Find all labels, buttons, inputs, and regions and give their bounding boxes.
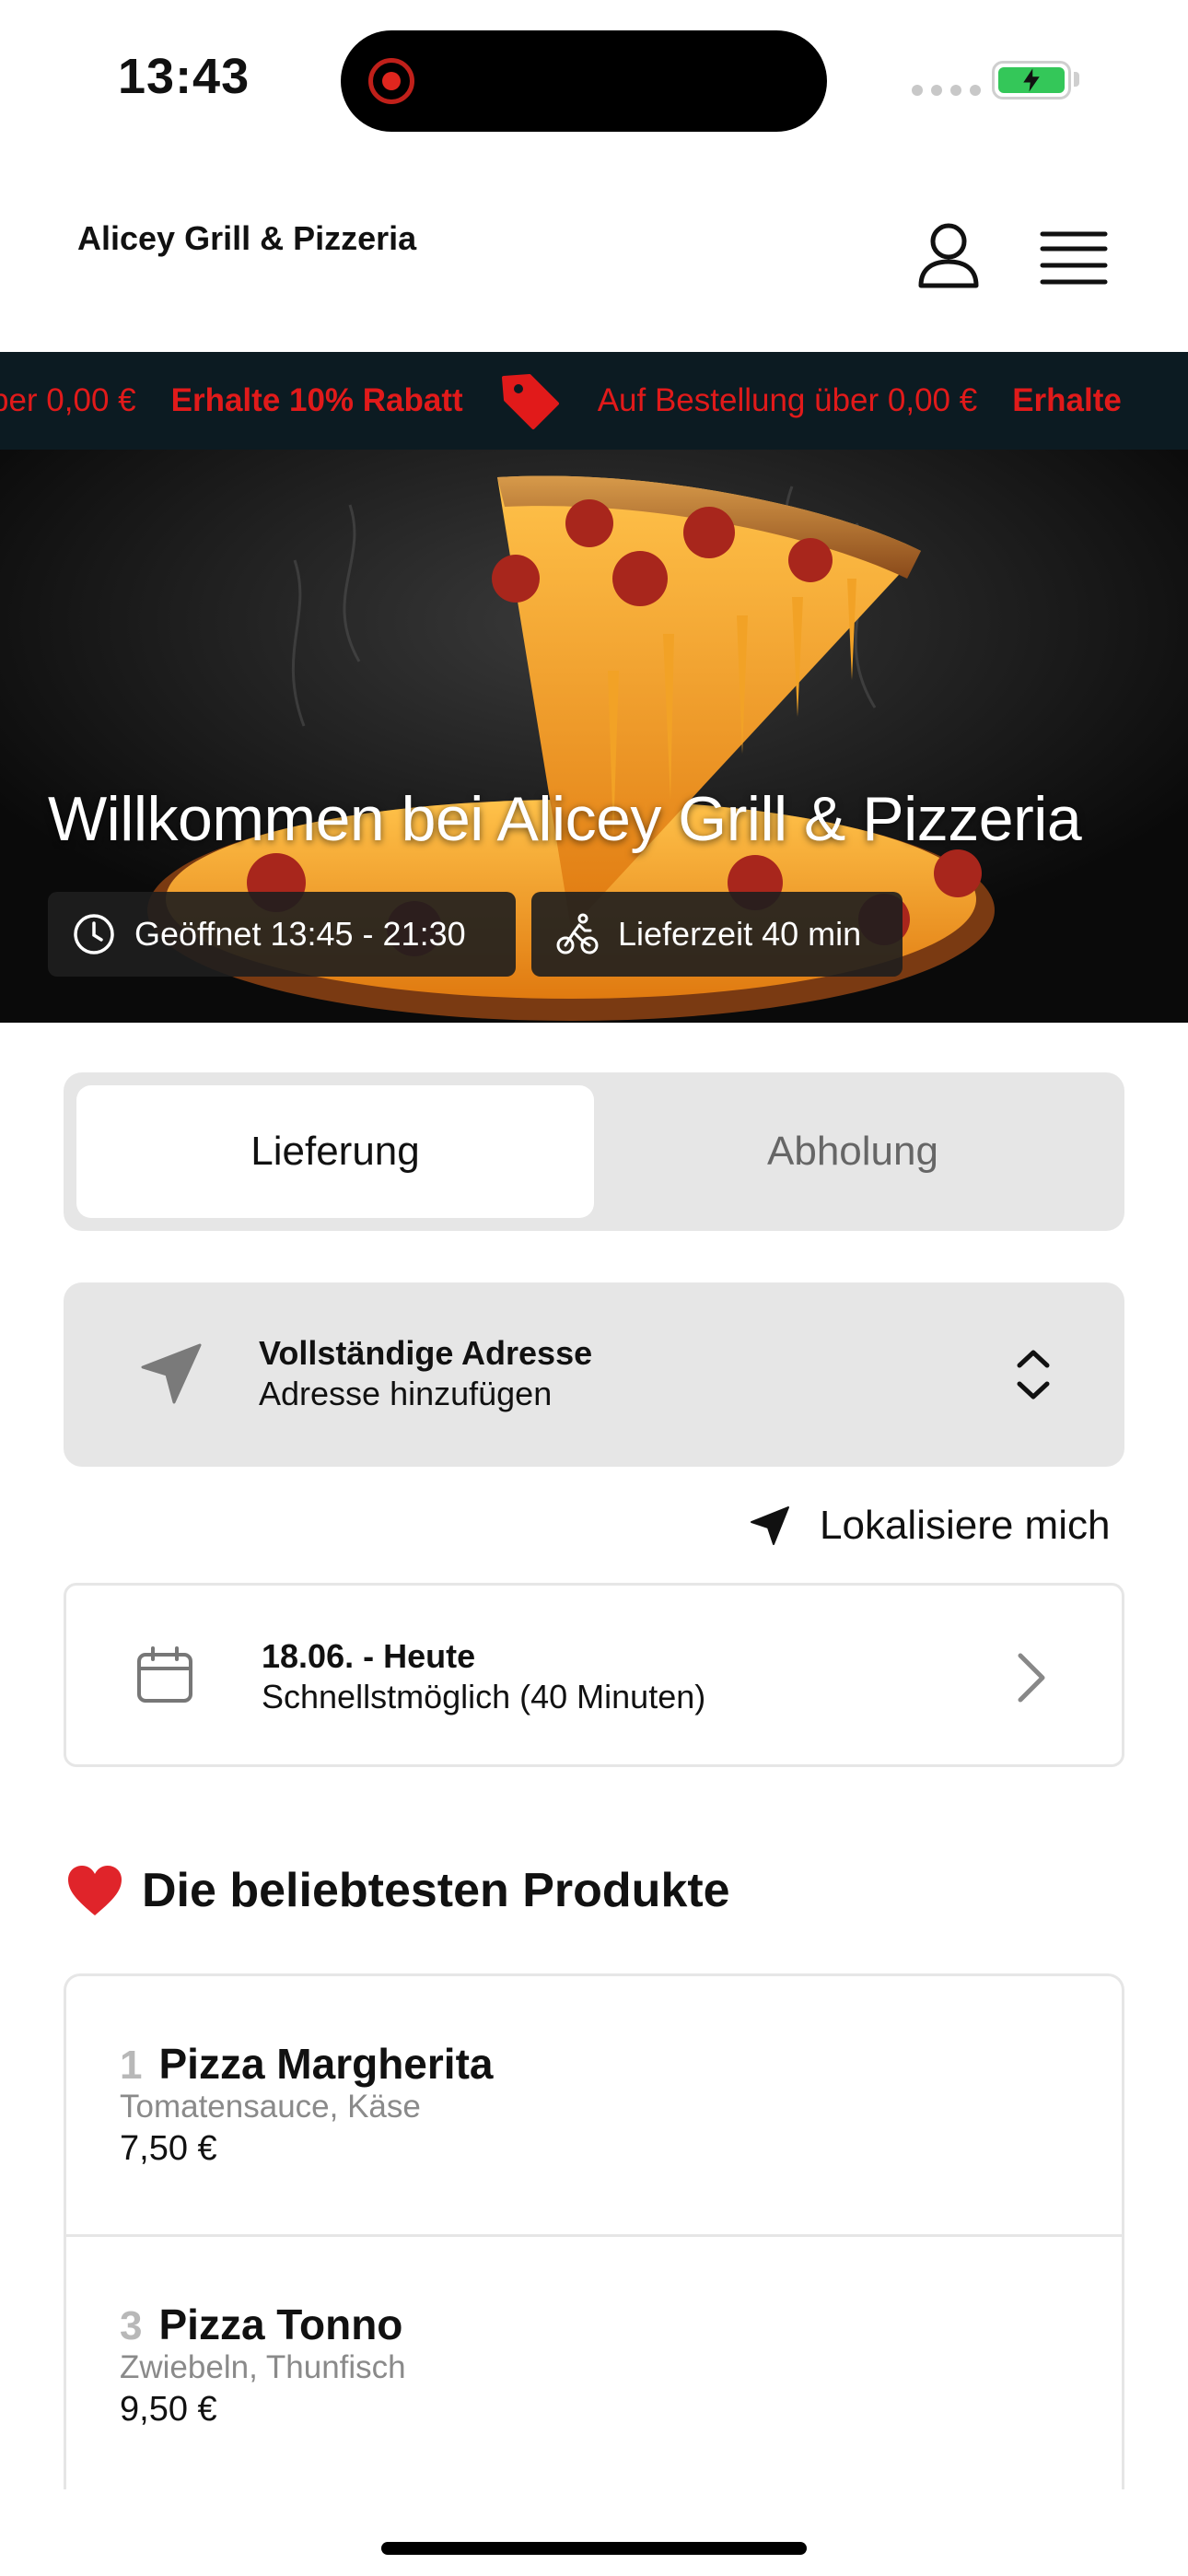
ticker-text: ber 0,00 € xyxy=(0,382,136,418)
chevron-right-icon xyxy=(1018,1653,1045,1703)
pickup-tab[interactable]: Abholung xyxy=(594,1085,1112,1218)
product-price: 9,50 € xyxy=(120,2390,217,2429)
locate-me-label: Lokalisiere mich xyxy=(820,1503,1111,1548)
locate-me-button[interactable]: Lokalisiere mich xyxy=(748,1498,1125,1553)
product-number: 3 xyxy=(120,2303,143,2348)
dynamic-island xyxy=(341,30,827,132)
signal-icon xyxy=(912,85,981,96)
product-name: Pizza Tonno xyxy=(158,2301,403,2348)
popular-products-title: Die beliebtesten Produkte xyxy=(142,1864,730,1917)
product-list: 1 Pizza Margherita Tomatensauce, Käse 7,… xyxy=(64,1973,1124,2489)
app-header: Alicey Grill & Pizzeria xyxy=(0,157,1188,352)
heart-icon xyxy=(68,1866,122,1915)
schedule-time: Schnellstmöglich (40 Minuten) xyxy=(262,1678,706,1715)
screen-recording-icon xyxy=(368,58,414,104)
product-price: 7,50 € xyxy=(120,2129,217,2168)
menu-button[interactable] xyxy=(1039,228,1109,287)
address-subtitle: Adresse hinzufügen xyxy=(259,1375,553,1412)
promo-ticker[interactable]: ber 0,00 € Erhalte 10% Rabatt Auf Bestel… xyxy=(0,352,1188,450)
ticker-discount-text: Erhalte xyxy=(1012,382,1122,418)
opening-hours-badge: Geöffnet 13:45 - 21:30 xyxy=(48,892,516,977)
delivery-tab[interactable]: Lieferung xyxy=(76,1085,594,1218)
price-tag-icon xyxy=(501,374,559,429)
status-time: 13:43 xyxy=(118,49,250,104)
clock-icon xyxy=(74,914,114,954)
product-description: Tomatensauce, Käse xyxy=(120,2089,421,2125)
ticker-discount-text: Erhalte 10% Rabatt xyxy=(170,382,463,418)
product-description: Zwiebeln, Thunfisch xyxy=(120,2349,406,2385)
location-arrow-icon xyxy=(141,1343,202,1404)
address-selector[interactable]: Vollständige Adresse Adresse hinzufügen xyxy=(64,1282,1124,1467)
account-button[interactable] xyxy=(912,219,985,293)
schedule-date: 18.06. - Heute xyxy=(262,1637,476,1675)
product-number: 1 xyxy=(120,2043,143,2088)
bicycle-courier-icon xyxy=(556,913,599,954)
home-indicator[interactable] xyxy=(381,2542,807,2555)
popular-products-heading: Die beliebtesten Produkte xyxy=(66,1863,730,1918)
hero-title: Willkommen bei Alicey Grill & Pizzeria xyxy=(48,784,1082,854)
status-bar: 13:43 xyxy=(0,0,1188,157)
schedule-selector[interactable]: 18.06. - Heute Schnellstmöglich (40 Minu… xyxy=(64,1583,1124,1767)
delivery-time-badge: Lieferzeit 40 min xyxy=(531,892,903,977)
chevron-up-down-icon xyxy=(1017,1350,1050,1399)
brand-name[interactable]: Alicey Grill & Pizzeria xyxy=(77,219,416,258)
opening-hours-text: Geöffnet 13:45 - 21:30 xyxy=(134,915,466,953)
location-arrow-icon xyxy=(751,1506,789,1545)
product-item[interactable]: 1 Pizza Margherita Tomatensauce, Käse 7,… xyxy=(66,1976,1122,2234)
calendar-icon xyxy=(137,1646,192,1703)
user-icon xyxy=(918,223,979,288)
ticker-text: Auf Bestellung über 0,00 € xyxy=(597,382,978,418)
product-item[interactable]: 3 Pizza Tonno Zwiebeln, Thunfisch 9,50 € xyxy=(66,2234,1122,2489)
battery-icon xyxy=(992,61,1071,100)
product-name: Pizza Margherita xyxy=(158,2040,494,2088)
order-mode-toggle: Lieferung Abholung xyxy=(64,1072,1124,1231)
hamburger-menu-icon xyxy=(1040,231,1108,285)
address-title: Vollständige Adresse xyxy=(259,1334,593,1372)
delivery-time-text: Lieferzeit 40 min xyxy=(618,915,862,953)
hero-banner: Willkommen bei Alicey Grill & Pizzeria G… xyxy=(0,450,1188,1023)
